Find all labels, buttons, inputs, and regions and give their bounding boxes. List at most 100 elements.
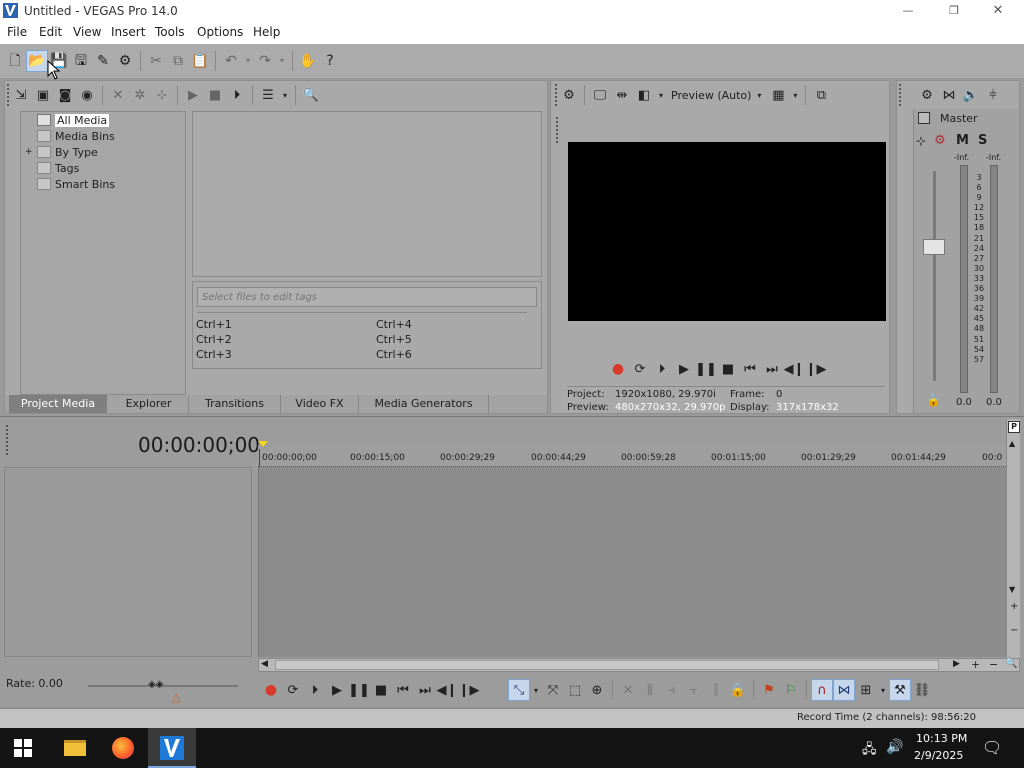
zoom-in-time-icon[interactable]: + bbox=[971, 658, 980, 671]
preview-grip[interactable] bbox=[556, 117, 559, 143]
start-windows-icon[interactable] bbox=[14, 739, 32, 760]
preview-properties-gear-icon[interactable]: ⚙ bbox=[558, 84, 580, 106]
menu-view[interactable]: View bbox=[73, 25, 101, 39]
scroll-down-icon[interactable]: ▼ bbox=[1009, 585, 1015, 594]
track-area[interactable] bbox=[258, 467, 1006, 657]
redo-dropdown-icon[interactable]: ▾ bbox=[276, 50, 288, 72]
insert-fx-icon[interactable]: ⊹ bbox=[916, 134, 926, 148]
play-media-icon[interactable]: ▶ bbox=[182, 84, 204, 106]
timeline-pause-icon[interactable]: ❚❚ bbox=[348, 679, 370, 701]
video-fx-icon[interactable]: ◧ bbox=[633, 84, 655, 106]
menu-file[interactable]: File bbox=[7, 25, 27, 39]
tree-item-tags[interactable]: Tags bbox=[25, 160, 79, 176]
quality-dropdown-icon[interactable]: ▾ bbox=[751, 84, 767, 106]
timeline-go-start-icon[interactable]: ⏮ bbox=[392, 679, 414, 701]
fx-dropdown-icon[interactable]: ▾ bbox=[655, 84, 667, 106]
envelope-tool-icon[interactable]: ⤧ bbox=[542, 679, 564, 701]
play-from-start-icon[interactable]: ⏵ bbox=[651, 358, 673, 380]
clock-time[interactable]: 10:13 PM bbox=[916, 732, 967, 745]
ignore-grouping-icon[interactable]: ⛓ bbox=[911, 679, 933, 701]
save-as-icon[interactable]: 🖫 bbox=[70, 50, 92, 72]
downmix-icon[interactable]: ⋈ bbox=[938, 84, 960, 106]
redo-icon[interactable]: ↷ bbox=[254, 50, 276, 72]
vertical-scrollbar[interactable]: P ▲ ▼ + − bbox=[1006, 419, 1020, 659]
clock-date[interactable]: 2/9/2025 bbox=[914, 749, 963, 762]
volume-fader-handle[interactable] bbox=[923, 239, 945, 255]
paste-icon[interactable]: 📋 bbox=[189, 50, 211, 72]
ripple-edit-icon[interactable]: ⊞ bbox=[855, 679, 877, 701]
firefox-icon[interactable] bbox=[112, 737, 134, 759]
scroll-right-icon[interactable]: ▶ bbox=[953, 659, 960, 669]
import-media-icon[interactable]: ⇲ bbox=[10, 84, 32, 106]
snapping-icon[interactable]: ∩ bbox=[811, 679, 833, 701]
zoom-out-time-icon[interactable]: − bbox=[989, 658, 998, 671]
go-to-end-icon[interactable]: ⏭ bbox=[761, 358, 783, 380]
render-as-icon[interactable]: ✎ bbox=[92, 50, 114, 72]
menu-options[interactable]: Options bbox=[197, 25, 243, 39]
track-list-area[interactable] bbox=[4, 467, 252, 657]
tab-explorer[interactable]: Explorer bbox=[109, 395, 189, 413]
get-media-web-icon[interactable]: ◙ bbox=[54, 84, 76, 106]
whats-this-help-icon[interactable]: ? bbox=[319, 50, 341, 72]
record-icon[interactable]: ● bbox=[607, 358, 629, 380]
scroll-up-icon[interactable]: ▲ bbox=[1009, 439, 1015, 448]
overlays-grid-icon[interactable]: ▦ bbox=[767, 84, 789, 106]
next-frame-icon[interactable]: ❙▶ bbox=[805, 358, 827, 380]
scroll-left-icon[interactable]: ◀ bbox=[261, 659, 268, 669]
scroll-thumb[interactable] bbox=[275, 660, 939, 670]
split-screen-icon[interactable]: ⇹ bbox=[611, 84, 633, 106]
lock-event-icon[interactable]: 🔒 bbox=[727, 679, 749, 701]
zoom-tool-icon[interactable]: 🔍 bbox=[1005, 658, 1017, 669]
media-list-area[interactable] bbox=[192, 111, 542, 277]
views-dropdown-icon[interactable]: ▾ bbox=[279, 84, 291, 106]
new-project-icon[interactable]: 🗋 bbox=[4, 50, 26, 72]
external-monitor-icon[interactable]: 🖵 bbox=[589, 84, 611, 106]
copy-icon[interactable]: ⧉ bbox=[167, 50, 189, 72]
timeline-play-icon[interactable]: ▶ bbox=[326, 679, 348, 701]
zoom-region-tool-icon[interactable]: ⊕ bbox=[586, 679, 608, 701]
lock-icon[interactable]: 🔒 bbox=[926, 393, 941, 407]
close-button[interactable]: ✕ bbox=[986, 0, 1010, 22]
edit-tool-dropdown-icon[interactable]: ▾ bbox=[530, 679, 542, 701]
insert-marker-icon[interactable]: ⚑ bbox=[758, 679, 780, 701]
cursor-marker-icon[interactable] bbox=[258, 441, 268, 447]
trim-end-icon[interactable]: ⫟ bbox=[683, 679, 705, 701]
auto-preview-icon[interactable]: ⊹ bbox=[151, 84, 173, 106]
maximize-button[interactable]: ❐ bbox=[942, 0, 966, 22]
timeline-play-from-start-icon[interactable]: ⏵ bbox=[304, 679, 326, 701]
mute-button[interactable]: M bbox=[956, 133, 969, 148]
rate-slider-handle[interactable]: ◈◈ bbox=[148, 679, 163, 690]
master-properties-gear-icon[interactable]: ⚙ bbox=[916, 84, 938, 106]
zoom-in-vertical-icon[interactable]: + bbox=[1010, 601, 1018, 612]
menu-help[interactable]: Help bbox=[253, 25, 280, 39]
dim-output-icon[interactable]: 🔈 bbox=[960, 84, 982, 106]
delete-icon[interactable]: ✕ bbox=[617, 679, 639, 701]
timeline-go-end-icon[interactable]: ⏭ bbox=[414, 679, 436, 701]
menu-insert[interactable]: Insert bbox=[111, 25, 145, 39]
fx-gear-icon[interactable]: ⚙ bbox=[934, 133, 946, 148]
dock-grip[interactable] bbox=[899, 84, 902, 106]
go-to-start-icon[interactable]: ⏮ bbox=[739, 358, 761, 380]
overlays-dropdown-icon[interactable]: ▾ bbox=[789, 84, 801, 106]
loop-playback-icon[interactable]: ⟳ bbox=[629, 358, 651, 380]
timeline-next-frame-icon[interactable]: ❙▶ bbox=[458, 679, 480, 701]
undo-dropdown-icon[interactable]: ▾ bbox=[242, 50, 254, 72]
tab-video-fx[interactable]: Video FX bbox=[281, 395, 359, 413]
insert-region-icon[interactable]: ⚐ bbox=[780, 679, 802, 701]
trim-start-icon[interactable]: ⫞ bbox=[661, 679, 683, 701]
solo-button[interactable]: S bbox=[978, 133, 987, 148]
open-project-icon[interactable]: 📂 bbox=[26, 50, 48, 72]
previous-frame-icon[interactable]: ◀❙ bbox=[783, 358, 805, 380]
timeline-loop-icon[interactable]: ⟳ bbox=[282, 679, 304, 701]
normal-edit-tool-icon[interactable]: ⤡ bbox=[508, 679, 530, 701]
media-fx-icon[interactable]: ✲ bbox=[129, 84, 151, 106]
tree-item-by-type[interactable]: + By Type bbox=[25, 144, 98, 160]
hand-icon[interactable]: ✋ bbox=[297, 50, 319, 72]
tree-item-all-media[interactable]: All Media bbox=[25, 112, 110, 128]
search-icon[interactable]: 🔍 bbox=[300, 84, 322, 106]
undo-icon[interactable]: ↶ bbox=[220, 50, 242, 72]
trim-icon[interactable]: ⫼ bbox=[639, 679, 661, 701]
properties-gear-icon[interactable]: ⚙ bbox=[114, 50, 136, 72]
lock-fader-icon[interactable]: ⫩ bbox=[982, 84, 1004, 106]
timeline-prev-frame-icon[interactable]: ◀❙ bbox=[436, 679, 458, 701]
